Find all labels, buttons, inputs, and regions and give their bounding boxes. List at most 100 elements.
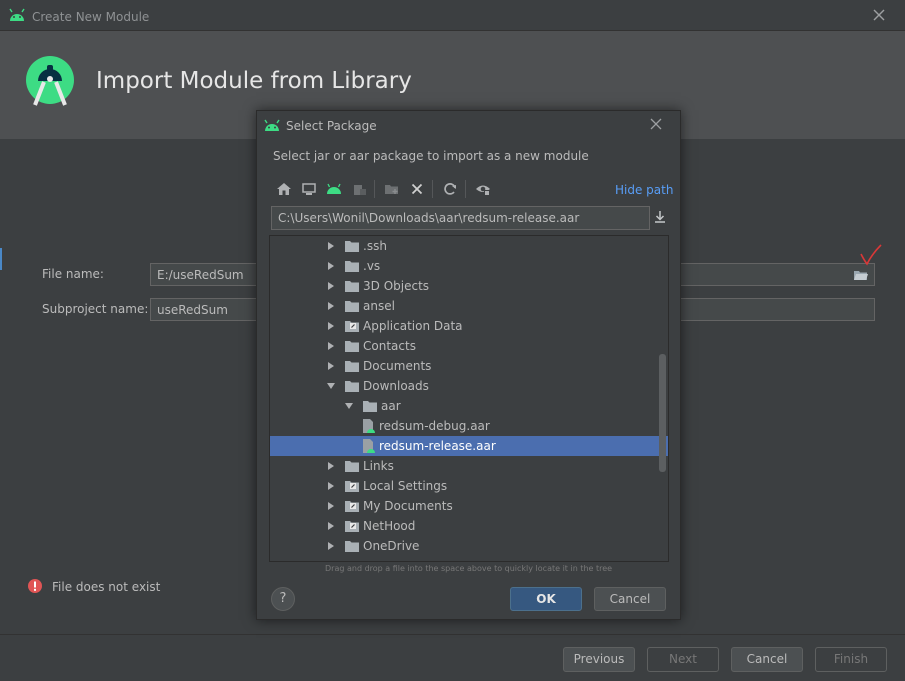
header-title: Import Module from Library [96,68,412,94]
collapsed-arrow-icon[interactable] [326,321,336,331]
link-folder-icon [345,321,359,332]
folder-icon [345,301,359,312]
tree-row[interactable]: Downloads [270,376,668,396]
tree-row[interactable]: redsum-debug.aar [270,416,668,436]
desktop-icon[interactable] [300,180,318,198]
folder-icon [345,461,359,472]
tree-item-label: Local Settings [363,479,448,493]
collapsed-arrow-icon[interactable] [326,541,336,551]
file-name-label: File name: [42,267,104,281]
title-bar: Create New Module [0,0,905,31]
tree-item-label: redsum-release.aar [379,439,496,453]
tree-row[interactable]: OneDrive [270,536,668,556]
select-package-dialog: Select Package Select jar or aar package… [256,110,681,620]
home-icon[interactable] [275,180,293,198]
red-check-annotation [860,244,882,266]
tree-item-label: Application Data [363,319,463,333]
path-input[interactable]: C:\Users\Wonil\Downloads\aar\redsum-rele… [271,206,650,230]
browse-folder-icon[interactable] [853,268,869,282]
tree-item-label: aar [381,399,401,413]
tree-row[interactable]: redsum-release.aar [270,436,668,456]
file-tree[interactable]: .ssh .vs 3D Objects ansel Application Data Co… [269,235,669,562]
dialog-title: Select Package [286,119,377,133]
show-hidden-icon[interactable] [474,180,492,198]
focus-marker [0,248,2,270]
module-icon[interactable] [351,180,369,198]
folder-icon [345,541,359,552]
tree-scrollbar[interactable] [659,354,666,472]
collapsed-arrow-icon[interactable] [326,461,336,471]
help-button[interactable]: ? [271,587,295,611]
tree-item-label: OneDrive [363,539,420,553]
android-icon [264,119,280,131]
tree-row[interactable]: 3D Objects [270,276,668,296]
folder-icon [345,281,359,292]
tree-item-label: 3D Objects [363,279,430,293]
new-folder-icon[interactable] [383,180,401,198]
tree-item-label: .ssh [363,239,387,253]
tree-row[interactable]: Documents [270,356,668,376]
delete-icon[interactable] [408,180,426,198]
aar-file-icon [363,439,375,453]
subproject-name-label: Subproject name: [42,302,149,316]
previous-button[interactable]: Previous [563,647,635,672]
error-message: File does not exist [52,580,161,594]
collapsed-arrow-icon[interactable] [326,501,336,511]
expanded-arrow-icon[interactable] [344,401,354,411]
next-button[interactable]: Next [647,647,719,672]
collapsed-arrow-icon[interactable] [326,241,336,251]
tree-item-label: Documents [363,359,432,373]
tree-item-label: .vs [363,259,381,273]
close-icon[interactable] [871,7,887,23]
tree-row[interactable]: My Documents [270,496,668,516]
folder-icon [345,381,359,392]
collapsed-arrow-icon[interactable] [326,481,336,491]
collapsed-arrow-icon[interactable] [326,261,336,271]
tree-row[interactable]: Application Data [270,316,668,336]
file-chooser-toolbar [269,177,669,201]
tree-item-label: Contacts [363,339,416,353]
toolbar-separator [432,180,433,198]
android-project-icon[interactable] [325,180,343,198]
collapsed-arrow-icon[interactable] [326,361,336,371]
tree-row[interactable]: .vs [270,256,668,276]
folder-icon [345,361,359,372]
cancel-button[interactable]: Cancel [594,587,666,611]
collapsed-arrow-icon[interactable] [326,521,336,531]
tree-row[interactable]: ansel [270,296,668,316]
window-title: Create New Module [32,10,150,24]
collapsed-arrow-icon[interactable] [326,341,336,351]
link-folder-icon [345,481,359,492]
tree-item-label: Links [363,459,394,473]
drag-drop-hint: Drag and drop a file into the space abov… [325,564,613,573]
close-icon[interactable] [649,117,663,131]
finish-button[interactable]: Finish [815,647,887,672]
folder-icon [345,261,359,272]
cancel-button[interactable]: Cancel [731,647,803,672]
toolbar-separator [465,180,466,198]
folder-icon [345,241,359,252]
hide-path-link[interactable]: Hide path [615,183,673,197]
tree-item-label: NetHood [363,519,416,533]
collapsed-arrow-icon[interactable] [326,281,336,291]
tree-item-label: Downloads [363,379,429,393]
folder-icon [345,341,359,352]
android-icon [9,8,25,21]
dialog-footer: Previous Next Cancel Finish [0,634,905,681]
tree-item-label: ansel [363,299,395,313]
tree-item-label: redsum-debug.aar [379,419,490,433]
tree-row[interactable]: Contacts [270,336,668,356]
refresh-icon[interactable] [441,180,459,198]
collapsed-arrow-icon[interactable] [326,301,336,311]
link-folder-icon [345,521,359,532]
tree-row[interactable]: Links [270,456,668,476]
aar-file-icon [363,419,375,433]
tree-row[interactable]: .ssh [270,236,668,256]
tree-row[interactable]: aar [270,396,668,416]
tree-row[interactable]: NetHood [270,516,668,536]
download-icon[interactable] [653,209,667,225]
ok-button[interactable]: OK [510,587,582,611]
tree-row[interactable]: Local Settings [270,476,668,496]
android-studio-logo-icon [26,56,74,106]
expanded-arrow-icon[interactable] [326,381,336,391]
